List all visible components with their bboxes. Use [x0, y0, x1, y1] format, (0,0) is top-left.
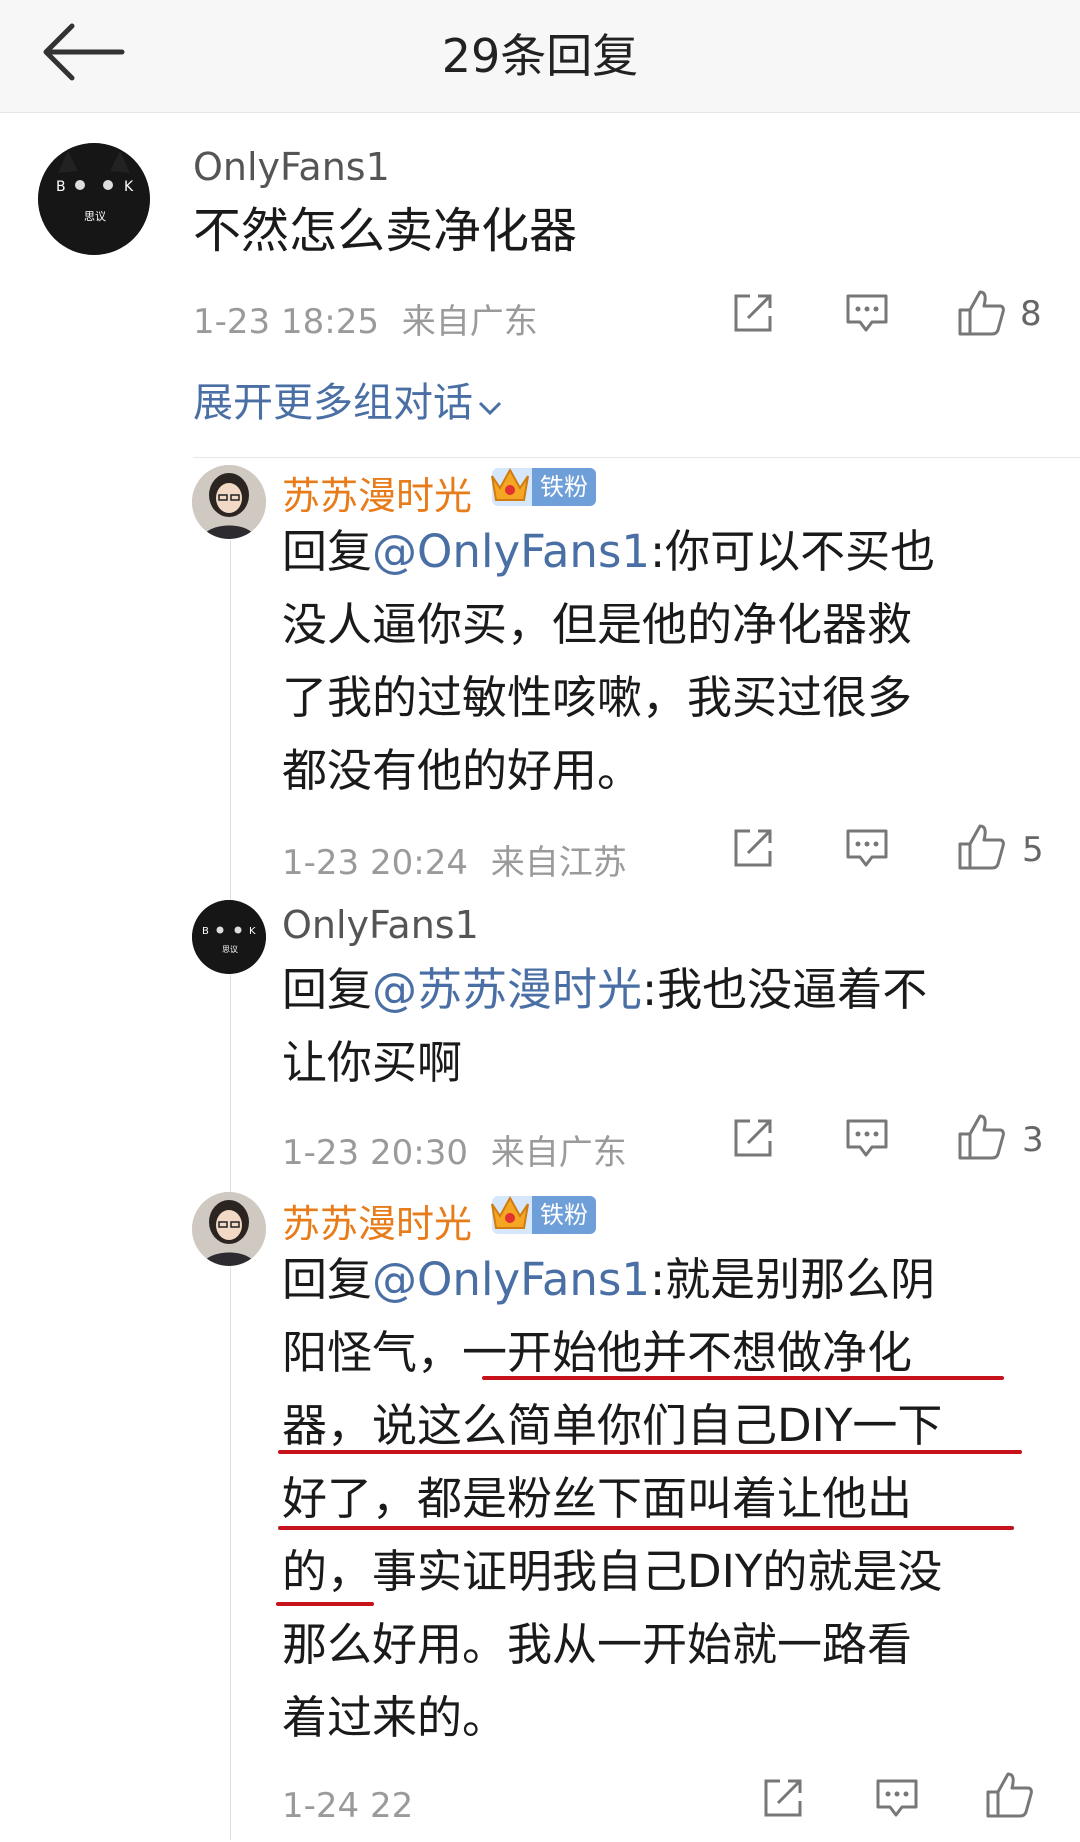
thread-line: [230, 540, 231, 1840]
like-icon[interactable]: [956, 822, 1006, 876]
expand-label: 展开更多组对话: [193, 380, 473, 426]
comment-icon[interactable]: [844, 1115, 890, 1165]
badge-label: 铁粉3: [532, 1196, 596, 1267]
timestamp: 1-24 22: [282, 1786, 414, 1826]
reply-text: 回复@苏苏漫时光:我也没逼着不 让你买啊: [282, 953, 1042, 1099]
text-line: 着过来的。: [282, 1691, 508, 1744]
text-line: :我也没逼着不: [642, 963, 928, 1016]
avatar[interactable]: [192, 465, 266, 539]
reply-prefix: 回复: [282, 525, 373, 578]
text-line: 那么好用。我从一开始就一路看: [282, 1618, 913, 1671]
share-icon[interactable]: [730, 290, 776, 340]
svg-text:K: K: [124, 179, 134, 195]
fan-badge: 铁粉3: [491, 1195, 596, 1267]
mention-link[interactable]: @苏苏漫时光: [372, 963, 642, 1016]
location: 来自江苏: [490, 843, 627, 883]
text-line: 好了，都是粉丝下面叫着让他出: [282, 1472, 913, 1525]
timestamp: 1-23 20:30: [282, 1133, 468, 1173]
highlight-underline: [278, 1526, 1014, 1530]
timestamp: 1-23 20:24: [282, 843, 468, 883]
text-line: 都没有他的好用。: [282, 744, 643, 797]
comment-icon[interactable]: [874, 1775, 920, 1825]
reply-text: 回复@OnlyFans1:你可以不买也 没人逼你买，但是他的净化器救 了我的过敏…: [282, 515, 1042, 807]
reply-meta: 1-23 20:30 来自广东: [282, 1125, 627, 1174]
mention-link[interactable]: @OnlyFans1: [372, 525, 650, 578]
location: 来自广东: [401, 302, 538, 342]
avatar[interactable]: B K 思议: [192, 900, 266, 974]
crown-icon: [491, 467, 529, 501]
like-count: 5: [1022, 830, 1044, 870]
comment-meta: 1-23 18:25 来自广东: [193, 294, 538, 343]
username[interactable]: OnlyFans1: [282, 903, 479, 947]
username[interactable]: 苏苏漫时光: [282, 465, 472, 520]
username[interactable]: 苏苏漫时光: [282, 1193, 472, 1248]
text-line: 的，事实证明我自己DIY的就是没: [282, 1545, 943, 1598]
svg-text:思议: 思议: [222, 945, 238, 954]
svg-text:B: B: [202, 926, 209, 937]
comment-icon[interactable]: [844, 825, 890, 875]
fan-badge: 铁粉3: [491, 467, 596, 539]
badge-label: 铁粉3: [532, 468, 596, 539]
reply-prefix: 回复: [282, 963, 373, 1016]
mention-link[interactable]: @OnlyFans1: [372, 1253, 650, 1306]
highlight-underline: [278, 1450, 1022, 1454]
svg-text:B: B: [56, 179, 66, 195]
like-icon[interactable]: [984, 1770, 1034, 1824]
text-line: :你可以不买也: [650, 525, 936, 578]
avatar[interactable]: B K 思议: [38, 143, 150, 255]
like-icon[interactable]: [956, 288, 1006, 342]
avatar[interactable]: [192, 1192, 266, 1266]
like-icon[interactable]: [956, 1112, 1006, 1166]
share-icon[interactable]: [730, 825, 776, 875]
chevron-down-icon: [477, 382, 503, 428]
reply-text: 回复@OnlyFans1:就是别那么阴 阳怪气，一开始他并不想做净化 器，说这么…: [282, 1243, 1062, 1754]
divider: [193, 457, 1080, 458]
text-line: :就是别那么阴: [650, 1253, 936, 1306]
text-line: 了我的过敏性咳嗽，我买过很多: [282, 671, 913, 724]
reply-meta: 1-24 22: [282, 1786, 413, 1826]
text-line: 让你买啊: [282, 1036, 463, 1089]
highlight-underline: [276, 1602, 374, 1606]
comment-icon[interactable]: [844, 290, 890, 340]
page-title: 29条回复: [441, 29, 639, 83]
share-icon[interactable]: [730, 1115, 776, 1165]
highlight-underline: [482, 1376, 1004, 1380]
comment-text: 不然怎么卖净化器: [193, 203, 578, 259]
top-bar: 29条回复: [0, 0, 1080, 113]
svg-text:思议: 思议: [84, 210, 106, 223]
reply-meta: 1-23 20:24 来自江苏: [282, 835, 627, 884]
share-icon[interactable]: [760, 1775, 806, 1825]
like-count: 8: [1020, 294, 1042, 334]
text-line: 没人逼你买，但是他的净化器救: [282, 598, 913, 651]
reply-prefix: 回复: [282, 1253, 373, 1306]
svg-text:K: K: [249, 926, 256, 937]
like-count: 3: [1022, 1120, 1044, 1160]
location: 来自广东: [490, 1133, 627, 1173]
username[interactable]: OnlyFans1: [193, 145, 390, 189]
crown-icon: [491, 1195, 529, 1229]
timestamp: 1-23 18:25: [193, 302, 379, 342]
expand-conversation-button[interactable]: 展开更多组对话: [193, 370, 503, 428]
